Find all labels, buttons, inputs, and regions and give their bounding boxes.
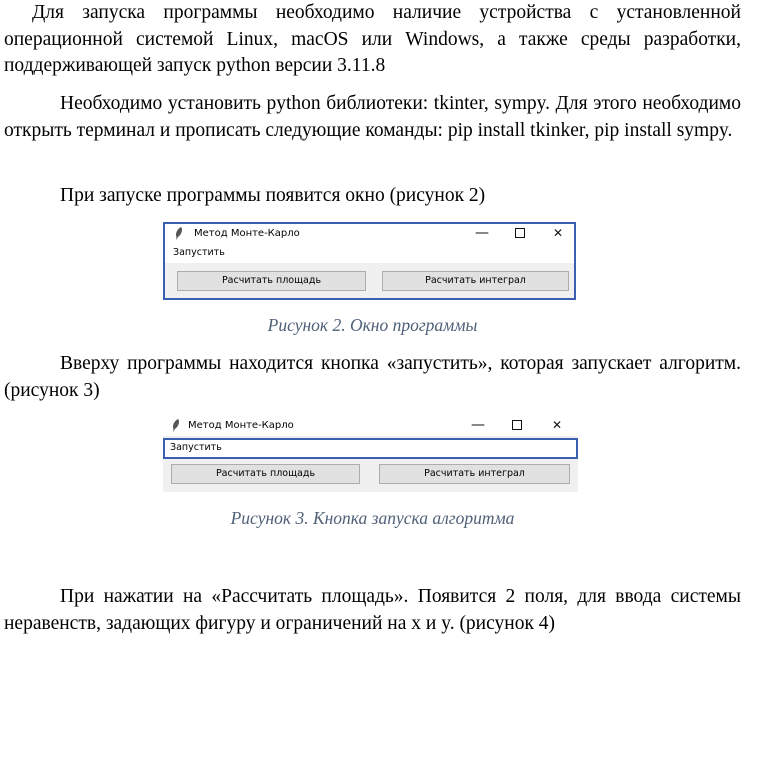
window-menubar-highlighted: Запустить	[163, 438, 578, 459]
calc-area-button[interactable]: Расчитать площадь	[177, 271, 366, 291]
maximize-icon[interactable]	[510, 226, 530, 241]
window-title: Метод Монте-Карло	[194, 228, 300, 239]
window-titlebar: Метод Монте-Карло — ✕	[165, 224, 574, 244]
calc-integral-button[interactable]: Расчитать интеграл	[382, 271, 569, 291]
window-titlebar: Метод Монте-Карло — ✕	[163, 416, 578, 436]
figure-3-window: Метод Монте-Карло — ✕ Запустить Расчитат…	[163, 416, 578, 492]
paragraph-requirements: Для запуска программы необходимо наличие…	[4, 2, 741, 76]
calc-integral-button[interactable]: Расчитать интеграл	[379, 464, 570, 484]
minimize-icon[interactable]: —	[472, 226, 492, 241]
close-icon[interactable]: ✕	[547, 418, 567, 433]
feather-icon	[176, 227, 182, 240]
paragraph-launch: При запуске программы появится окно (рис…	[60, 185, 486, 206]
caption-figure-2: Рисунок 2. Окно программы	[267, 315, 478, 335]
window-title: Метод Монте-Карло	[188, 420, 294, 431]
menu-run[interactable]: Запустить	[170, 442, 222, 453]
feather-icon	[173, 419, 179, 432]
menu-run[interactable]: Запустить	[173, 247, 225, 258]
minimize-icon[interactable]: —	[468, 418, 488, 433]
figure-2-window: Метод Монте-Карло — ✕ Запустить Расчитат…	[163, 222, 576, 300]
window-menubar: Запустить	[165, 244, 574, 263]
maximize-icon[interactable]	[507, 418, 527, 433]
paragraph-calc-area: При нажатии на «Рассчитать площадь». Поя…	[4, 586, 741, 634]
paragraph-install: Необходимо установить python библиотеки:…	[4, 93, 741, 141]
close-icon[interactable]: ✕	[548, 226, 568, 241]
paragraph-run-button: Вверху программы находится кнопка «запус…	[4, 353, 741, 401]
caption-figure-3: Рисунок 3. Кнопка запуска алгоритма	[230, 508, 515, 528]
calc-area-button[interactable]: Расчитать площадь	[171, 464, 360, 484]
